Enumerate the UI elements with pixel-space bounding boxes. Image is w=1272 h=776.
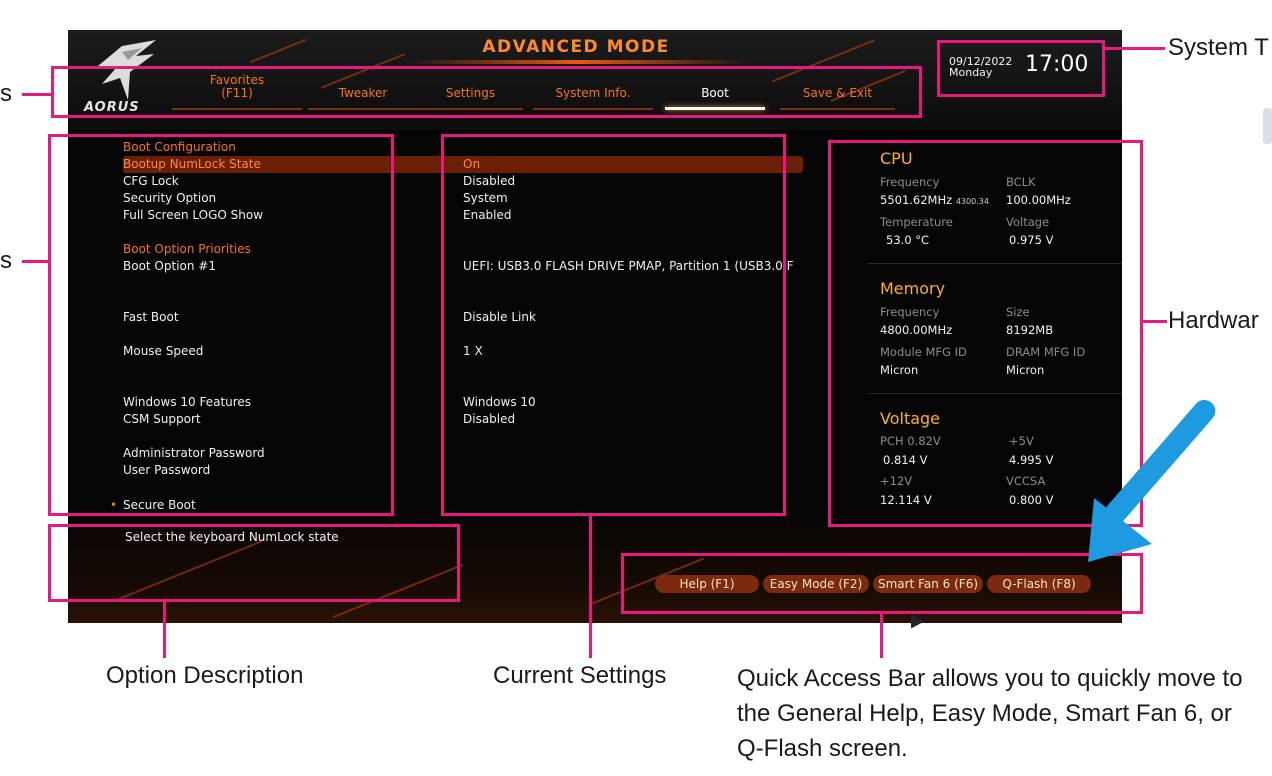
- connector-line: [1143, 320, 1167, 323]
- scrollbar-thumb[interactable]: [1263, 108, 1272, 144]
- annotation-box-system-time: [937, 40, 1105, 97]
- connector-line: [880, 614, 883, 658]
- mode-title: ADVANCED MODE: [482, 37, 670, 57]
- callout-hardware: Hardwar: [1168, 307, 1259, 334]
- connector-line: [22, 93, 51, 96]
- connector-line: [1105, 47, 1165, 50]
- annotation-box-setup-items: [48, 134, 394, 516]
- callout-menus: s: [0, 80, 12, 107]
- callout-setup-items: s: [0, 247, 12, 274]
- annotation-box-current-settings: [441, 134, 786, 516]
- annotation-box-option-description: [48, 524, 460, 602]
- callout-system-time: System T: [1168, 34, 1269, 61]
- callout-current-settings: Current Settings: [493, 662, 667, 689]
- connector-line: [163, 602, 166, 658]
- annotation-box-menus: [51, 66, 922, 118]
- connector-line: [589, 516, 592, 658]
- connector-line: [22, 260, 48, 263]
- mode-title-glow: [408, 60, 748, 64]
- callout-option-description: Option Description: [106, 662, 304, 689]
- annotation-box-quick-access: [621, 553, 1143, 614]
- blue-arrow-head-icon: [1088, 498, 1152, 562]
- annotation-box-hardware: [828, 140, 1143, 527]
- callout-quick-access: Quick Access Bar allows you to quickly m…: [737, 665, 1243, 762]
